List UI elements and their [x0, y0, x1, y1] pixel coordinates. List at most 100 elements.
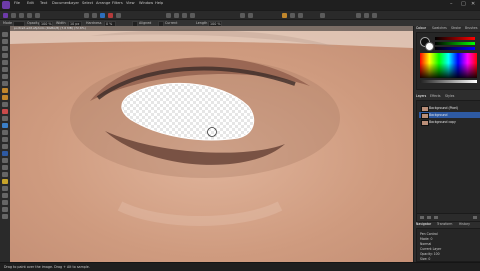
blue-channel-slider[interactable]: [435, 47, 475, 50]
persona-liquify-icon[interactable]: [11, 13, 16, 18]
erase-brush-tool-icon[interactable]: [2, 109, 8, 114]
crop-tool-icon[interactable]: [2, 53, 8, 58]
selection-brush-tool-icon[interactable]: [2, 60, 8, 65]
close-window-icon[interactable]: ✕: [471, 1, 475, 7]
selection-subtract-icon[interactable]: [182, 13, 187, 18]
burn-brush-tool-icon[interactable]: [2, 137, 8, 142]
tab-layers[interactable]: Layers: [416, 94, 426, 98]
tab-navigator[interactable]: Navigator: [416, 222, 431, 226]
prop-row: Size: 0: [420, 257, 431, 261]
tab-stroke[interactable]: Stroke: [451, 26, 461, 30]
blemish-removal-tool-icon[interactable]: [2, 172, 8, 177]
freehand-selection-tool-icon[interactable]: [2, 81, 8, 86]
app-logo[interactable]: [2, 1, 10, 9]
assistant-icon[interactable]: [356, 13, 361, 18]
eye-photo: [10, 26, 413, 262]
snapping-options-icon[interactable]: [248, 13, 253, 18]
current-layer-label: Current: [165, 21, 178, 25]
pixel-tool-icon[interactable]: [2, 102, 8, 107]
view-tool-icon[interactable]: [2, 39, 8, 44]
sharpen-brush-tool-icon[interactable]: [2, 200, 8, 205]
refine-icon[interactable]: [298, 13, 303, 18]
menu-text[interactable]: Text: [40, 1, 47, 5]
contrast-icon[interactable]: [84, 13, 89, 18]
paint-brush-tool-icon[interactable]: [2, 88, 8, 93]
tab-transform[interactable]: Transform: [437, 222, 452, 226]
healing-brush-tool-icon[interactable]: [2, 158, 8, 163]
colour-spectrum[interactable]: [420, 53, 477, 78]
curves-icon[interactable]: [116, 13, 121, 18]
add-adjustment-icon[interactable]: [427, 216, 431, 219]
colour-replacement-tool-icon[interactable]: [2, 95, 8, 100]
menu-edit[interactable]: Edit: [27, 1, 34, 5]
red-eye-tool-icon[interactable]: [2, 186, 8, 191]
sponge-brush-tool-icon[interactable]: [2, 144, 8, 149]
dodge-brush-tool-icon[interactable]: [2, 130, 8, 135]
document-title: portrait-edit.afphoto (RGBA/8) (7.6 MB) …: [14, 26, 86, 30]
properties-panel: Pen Control Mode: 0 Normal Current Layer…: [416, 228, 480, 262]
selection-intersect-icon[interactable]: [190, 13, 195, 18]
layer-row[interactable]: Background (Pixel): [419, 105, 480, 112]
tab-brushes[interactable]: Brushes: [465, 26, 477, 30]
smudge-brush-tool-icon[interactable]: [2, 207, 8, 212]
text-tool-icon[interactable]: [2, 214, 8, 219]
tab-effects[interactable]: Effects: [430, 94, 441, 98]
prop-row: Pen Control: [420, 232, 438, 236]
flood-select-tool-icon[interactable]: [2, 67, 8, 72]
delete-layer-icon[interactable]: [473, 216, 477, 219]
menu-file[interactable]: File: [14, 1, 20, 5]
hsl-icon[interactable]: [100, 13, 105, 18]
hardness-label: Hardness: [86, 21, 102, 25]
menu-view[interactable]: View: [126, 1, 135, 5]
menu-help[interactable]: Help: [155, 1, 163, 5]
red-channel-slider[interactable]: [435, 37, 475, 40]
arrange-icon[interactable]: [320, 13, 325, 18]
persona-export-icon[interactable]: [35, 13, 40, 18]
selection-mode-icon[interactable]: [166, 13, 171, 18]
menu-window[interactable]: Window: [139, 1, 153, 5]
tab-colour[interactable]: Colour: [416, 26, 426, 30]
levels-icon[interactable]: [92, 13, 97, 18]
mask-icon[interactable]: [282, 13, 287, 18]
zoom-tool-icon[interactable]: [2, 46, 8, 51]
gradient-tool-icon[interactable]: [2, 123, 8, 128]
add-filter-icon[interactable]: [434, 216, 438, 219]
layer-thumbnail: [421, 120, 429, 126]
inpainting-brush-tool-icon[interactable]: [2, 179, 8, 184]
secondary-colour-swatch[interactable]: [425, 42, 434, 51]
opacity-label: Opacity: [27, 21, 40, 25]
persona-develop-icon[interactable]: [19, 13, 24, 18]
quick-mask-icon[interactable]: [290, 13, 295, 18]
menu-arrange[interactable]: Arrange: [96, 1, 110, 5]
persona-photo-icon[interactable]: [3, 13, 8, 18]
persona-tonemap-icon[interactable]: [27, 13, 32, 18]
patch-tool-icon[interactable]: [2, 165, 8, 170]
mode-label: Mode: [3, 21, 12, 25]
opacity-slider[interactable]: [420, 80, 477, 83]
document-canvas[interactable]: [10, 26, 413, 262]
snapping-icon[interactable]: [240, 13, 245, 18]
preferences-icon[interactable]: [364, 13, 369, 18]
clone-brush-tool-icon[interactable]: [2, 151, 8, 156]
move-tool-icon[interactable]: [2, 32, 8, 37]
add-layer-icon[interactable]: [420, 216, 424, 219]
marquee-tool-icon[interactable]: [2, 74, 8, 79]
tab-styles[interactable]: Styles: [445, 94, 454, 98]
green-channel-slider[interactable]: [435, 42, 475, 45]
menu-document[interactable]: Document: [52, 1, 71, 5]
maximize-icon[interactable]: □: [461, 1, 466, 7]
layer-row[interactable]: Background copy: [419, 119, 480, 126]
selection-add-icon[interactable]: [174, 13, 179, 18]
tab-history[interactable]: History: [459, 222, 470, 226]
blur-brush-tool-icon[interactable]: [2, 193, 8, 198]
layer-row-selected[interactable]: Background: [419, 112, 480, 119]
tab-swatches[interactable]: Swatches: [432, 26, 447, 30]
menu-layer[interactable]: Layer: [69, 1, 79, 5]
menu-filters[interactable]: Filters: [112, 1, 123, 5]
menu-select[interactable]: Select: [82, 1, 93, 5]
white-balance-icon[interactable]: [108, 13, 113, 18]
minimize-icon[interactable]: –: [450, 1, 453, 7]
layer-name: Background: [429, 113, 448, 117]
help-icon[interactable]: [372, 13, 377, 18]
fill-tool-icon[interactable]: [2, 116, 8, 121]
